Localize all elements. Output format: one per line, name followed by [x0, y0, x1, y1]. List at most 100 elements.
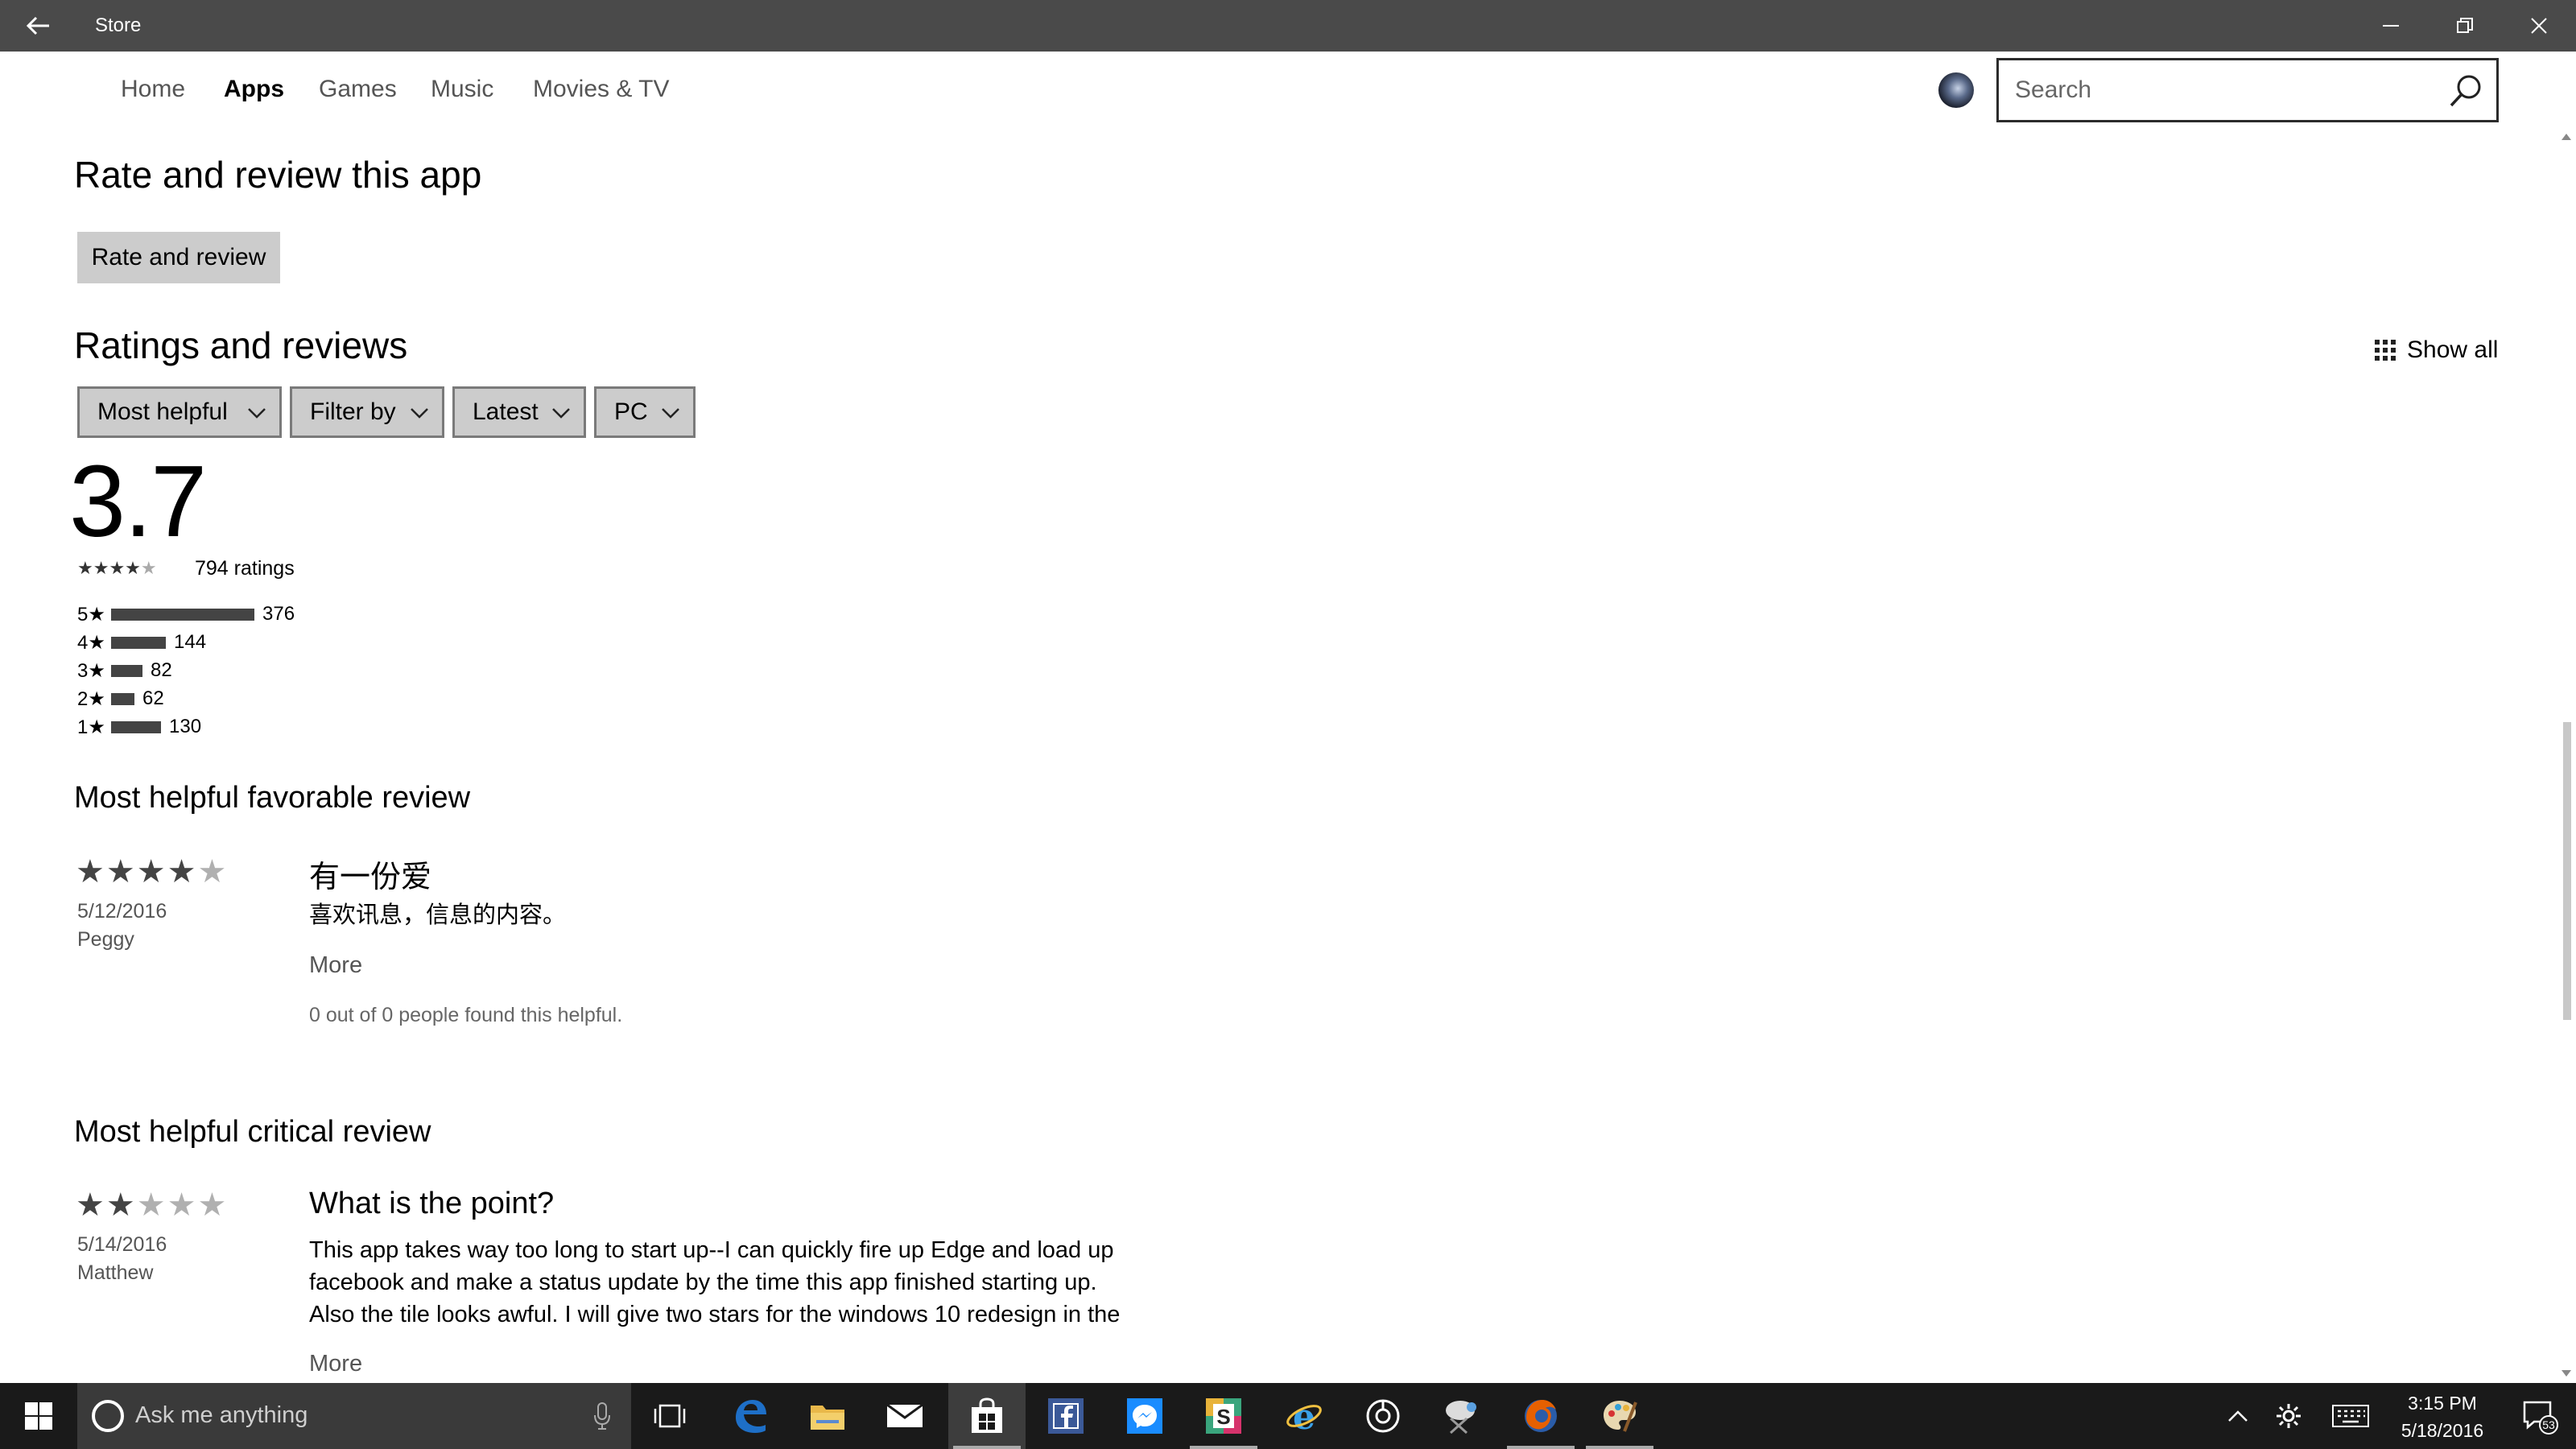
- latest-dropdown[interactable]: Latest: [452, 386, 586, 438]
- settings-gear-icon: [2277, 1404, 2301, 1428]
- minimize-icon: [2383, 25, 2399, 27]
- review-body-line: facebook and make a status update by the…: [309, 1269, 1097, 1295]
- minimize-button[interactable]: [2354, 0, 2428, 52]
- histogram-row: 2★ 62: [77, 687, 164, 711]
- chevron-down-icon: [411, 408, 428, 419]
- search-input[interactable]: [1999, 60, 2450, 120]
- windows-logo-icon: [25, 1402, 52, 1430]
- keyboard-icon: [2332, 1405, 2369, 1427]
- scrollbar[interactable]: [2557, 130, 2576, 1383]
- taskbar-edge[interactable]: [712, 1383, 789, 1449]
- histogram-count: 144: [174, 631, 207, 653]
- close-icon: [2531, 18, 2547, 34]
- active-indicator: [953, 1446, 1021, 1449]
- critical-review-heading: Most helpful critical review: [74, 1115, 431, 1149]
- filter-by-dropdown[interactable]: Filter by: [290, 386, 444, 438]
- critical-review-more-link[interactable]: More: [309, 1351, 362, 1377]
- show-all-link[interactable]: Show all: [2375, 336, 2498, 364]
- action-center-button[interactable]: 53: [2512, 1383, 2568, 1449]
- cortana-icon: [92, 1400, 124, 1432]
- rate-and-review-button[interactable]: Rate and review: [77, 232, 280, 283]
- notification-count: 53: [2542, 1418, 2555, 1431]
- edge-icon: [736, 1400, 766, 1433]
- title-bar: Store: [0, 0, 2576, 52]
- histogram-row: 4★ 144: [77, 630, 206, 654]
- sort-most-helpful-dropdown[interactable]: Most helpful: [77, 386, 282, 438]
- histogram-count: 82: [151, 659, 172, 681]
- start-button[interactable]: [0, 1383, 77, 1449]
- dropdown-label: PC: [614, 398, 648, 425]
- show-all-label: Show all: [2407, 336, 2499, 363]
- tab-apps[interactable]: Apps: [224, 76, 284, 103]
- tab-movies-tv[interactable]: Movies & TV: [533, 76, 670, 103]
- running-indicator: [1507, 1446, 1575, 1449]
- taskbar-firefox[interactable]: [1502, 1383, 1579, 1449]
- histogram-star-label: 3★: [77, 659, 105, 682]
- messenger-icon: [1127, 1398, 1162, 1434]
- cortana-placeholder: Ask me anything: [135, 1402, 308, 1428]
- groove-music-icon: [1366, 1399, 1400, 1433]
- facebook-icon: [1048, 1398, 1084, 1434]
- taskbar-facebook[interactable]: [1027, 1383, 1104, 1449]
- dropdown-label: Latest: [473, 398, 539, 425]
- scrollbar-thumb[interactable]: [2563, 722, 2571, 1020]
- chevron-down-icon: [248, 408, 266, 419]
- show-hidden-icons-button[interactable]: [2220, 1383, 2256, 1449]
- task-view-button[interactable]: [631, 1383, 708, 1449]
- taskbar-file-explorer[interactable]: [789, 1383, 866, 1449]
- taskbar-snipping-tool[interactable]: [1423, 1383, 1501, 1449]
- critical-review-date: 5/14/2016: [77, 1233, 167, 1256]
- folder-icon: [811, 1406, 844, 1430]
- snipping-tool-icon: [1446, 1401, 1476, 1435]
- scroll-up-arrow-icon[interactable]: [2562, 134, 2571, 140]
- device-pc-dropdown[interactable]: PC: [594, 386, 696, 438]
- taskbar-internet-explorer[interactable]: e: [1265, 1383, 1343, 1449]
- taskbar: Ask me anything S e 3:15 PM 5/18/2016 53: [0, 1383, 2576, 1449]
- histogram-bar: [111, 664, 142, 677]
- taskbar-clock[interactable]: 3:15 PM 5/18/2016: [2370, 1389, 2515, 1444]
- search-icon[interactable]: [2446, 72, 2485, 110]
- microphone-icon[interactable]: [594, 1402, 610, 1430]
- chevron-down-icon: [552, 408, 570, 419]
- tray-app-button[interactable]: [2270, 1383, 2307, 1449]
- back-button[interactable]: [0, 0, 77, 52]
- review-body-line: This app takes way too long to start up-…: [309, 1237, 1114, 1263]
- tab-games[interactable]: Games: [319, 76, 397, 103]
- taskbar-paint[interactable]: [1581, 1383, 1658, 1449]
- tab-home[interactable]: Home: [121, 76, 185, 103]
- taskbar-messenger[interactable]: [1106, 1383, 1183, 1449]
- favorable-review-body: 喜欢讯息，信息的内容。: [309, 902, 567, 928]
- critical-review-title: What is the point?: [309, 1187, 555, 1220]
- favorable-review-date: 5/12/2016: [77, 900, 167, 923]
- close-button[interactable]: [2502, 0, 2576, 52]
- back-arrow-icon: [27, 16, 49, 35]
- histogram-star-label: 1★: [77, 716, 105, 738]
- histogram-row: 1★ 130: [77, 715, 201, 739]
- taskbar-mail[interactable]: [866, 1383, 943, 1449]
- svg-text:e: e: [1293, 1397, 1315, 1435]
- taskbar-slack[interactable]: S: [1185, 1383, 1262, 1449]
- taskbar-groove[interactable]: [1344, 1383, 1422, 1449]
- taskbar-store[interactable]: [948, 1383, 1026, 1449]
- grid-icon: [2375, 340, 2396, 361]
- mail-icon: [886, 1403, 923, 1427]
- restore-button[interactable]: [2428, 0, 2502, 52]
- notifications-icon: 53: [2523, 1401, 2558, 1435]
- cortana-search-box[interactable]: Ask me anything: [77, 1383, 631, 1449]
- histogram-count: 130: [169, 716, 202, 737]
- average-stars: ★★★★★: [77, 558, 157, 578]
- touch-keyboard-button[interactable]: [2326, 1383, 2375, 1449]
- rate-review-heading: Rate and review this app: [74, 154, 482, 196]
- critical-review-stars: ★★★★★: [76, 1187, 229, 1223]
- store-bag-icon: [972, 1397, 1002, 1433]
- ratings-count: 794 ratings: [195, 557, 295, 580]
- histogram-row: 5★ 376: [77, 602, 295, 626]
- internet-explorer-icon: e: [1286, 1397, 1322, 1435]
- histogram-bar: [111, 636, 166, 649]
- scroll-down-arrow-icon[interactable]: [2562, 1370, 2571, 1377]
- favorable-review-more-link[interactable]: More: [309, 952, 362, 979]
- user-avatar[interactable]: [1938, 72, 1974, 108]
- tab-music[interactable]: Music: [431, 76, 493, 103]
- critical-review-author: Matthew: [77, 1261, 154, 1284]
- clock-time: 3:15 PM: [2408, 1393, 2477, 1414]
